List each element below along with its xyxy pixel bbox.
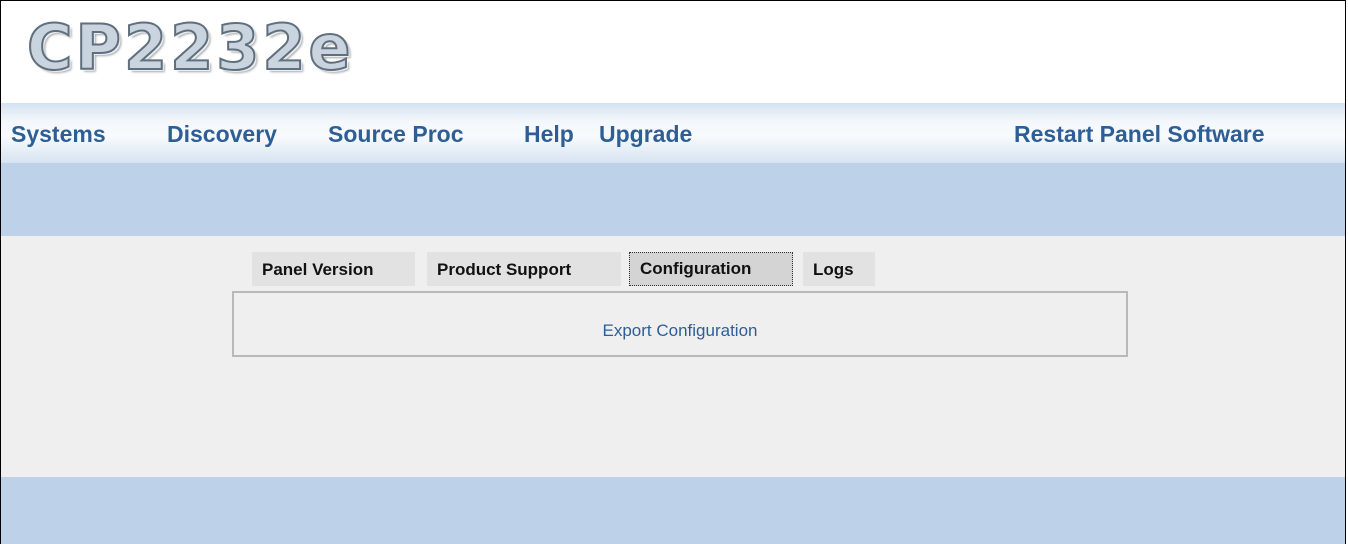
main-menu: Systems Discovery Source Proc Help Upgra… [1, 103, 1345, 163]
tab-panel-version[interactable]: Panel Version [252, 252, 415, 286]
nav-source-proc[interactable]: Source Proc [328, 120, 464, 148]
tab-configuration[interactable]: Configuration [629, 252, 793, 286]
tab-product-support[interactable]: Product Support [427, 252, 621, 286]
nav-discovery[interactable]: Discovery [167, 120, 277, 148]
footer-band [1, 477, 1345, 544]
tab-logs[interactable]: Logs [803, 252, 875, 286]
nav-help[interactable]: Help [524, 120, 574, 148]
configuration-panel: Export Configuration [232, 291, 1128, 357]
header: CP2232e [1, 1, 1345, 103]
export-configuration-link[interactable]: Export Configuration [234, 321, 1126, 341]
restart-panel-software-link[interactable]: Restart Panel Software [1014, 120, 1265, 148]
product-logo: CP2232e [26, 11, 354, 84]
content-area: Panel Version Product Support Configurat… [1, 236, 1345, 477]
app-window: CP2232e Systems Discovery Source Proc He… [0, 0, 1346, 544]
nav-upgrade[interactable]: Upgrade [599, 120, 692, 148]
nav-systems[interactable]: Systems [11, 120, 106, 148]
nav-band: Systems Discovery Source Proc Help Upgra… [1, 103, 1345, 236]
